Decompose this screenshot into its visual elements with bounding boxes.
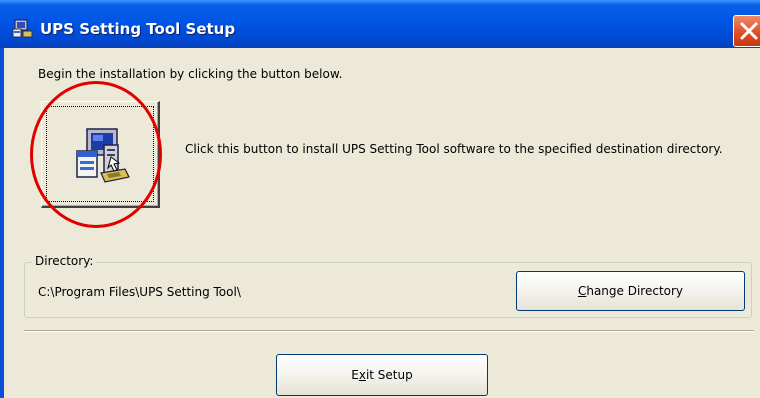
accelerator-key: x	[358, 368, 366, 382]
exit-setup-button[interactable]: Exit Setup	[276, 354, 488, 396]
setup-window: UPS Setting Tool Setup Begin the install…	[0, 0, 760, 398]
title-bar[interactable]: UPS Setting Tool Setup	[0, 0, 760, 48]
exit-label-post: it Setup	[365, 368, 413, 382]
exit-setup-label: Exit Setup	[351, 368, 412, 382]
exit-label-pre: E	[351, 368, 359, 382]
installer-computer-icon	[76, 128, 130, 183]
close-button[interactable]	[733, 15, 760, 47]
change-directory-button[interactable]: Change Directory	[516, 271, 745, 311]
window-left-border	[0, 48, 4, 398]
install-description: Click this button to install UPS Setting…	[185, 142, 723, 156]
close-icon	[740, 22, 758, 40]
directory-path: C:\Program Files\UPS Setting Tool\	[38, 285, 241, 299]
change-directory-label-rest: hange Directory	[586, 284, 684, 298]
separator-line	[24, 330, 754, 332]
directory-label: Directory:	[32, 254, 97, 268]
intro-text: Begin the installation by clicking the b…	[38, 67, 343, 81]
setup-app-icon	[12, 19, 33, 38]
install-button[interactable]	[41, 101, 160, 208]
window-title: UPS Setting Tool Setup	[40, 20, 236, 38]
change-directory-label: Change Directory	[578, 284, 683, 298]
